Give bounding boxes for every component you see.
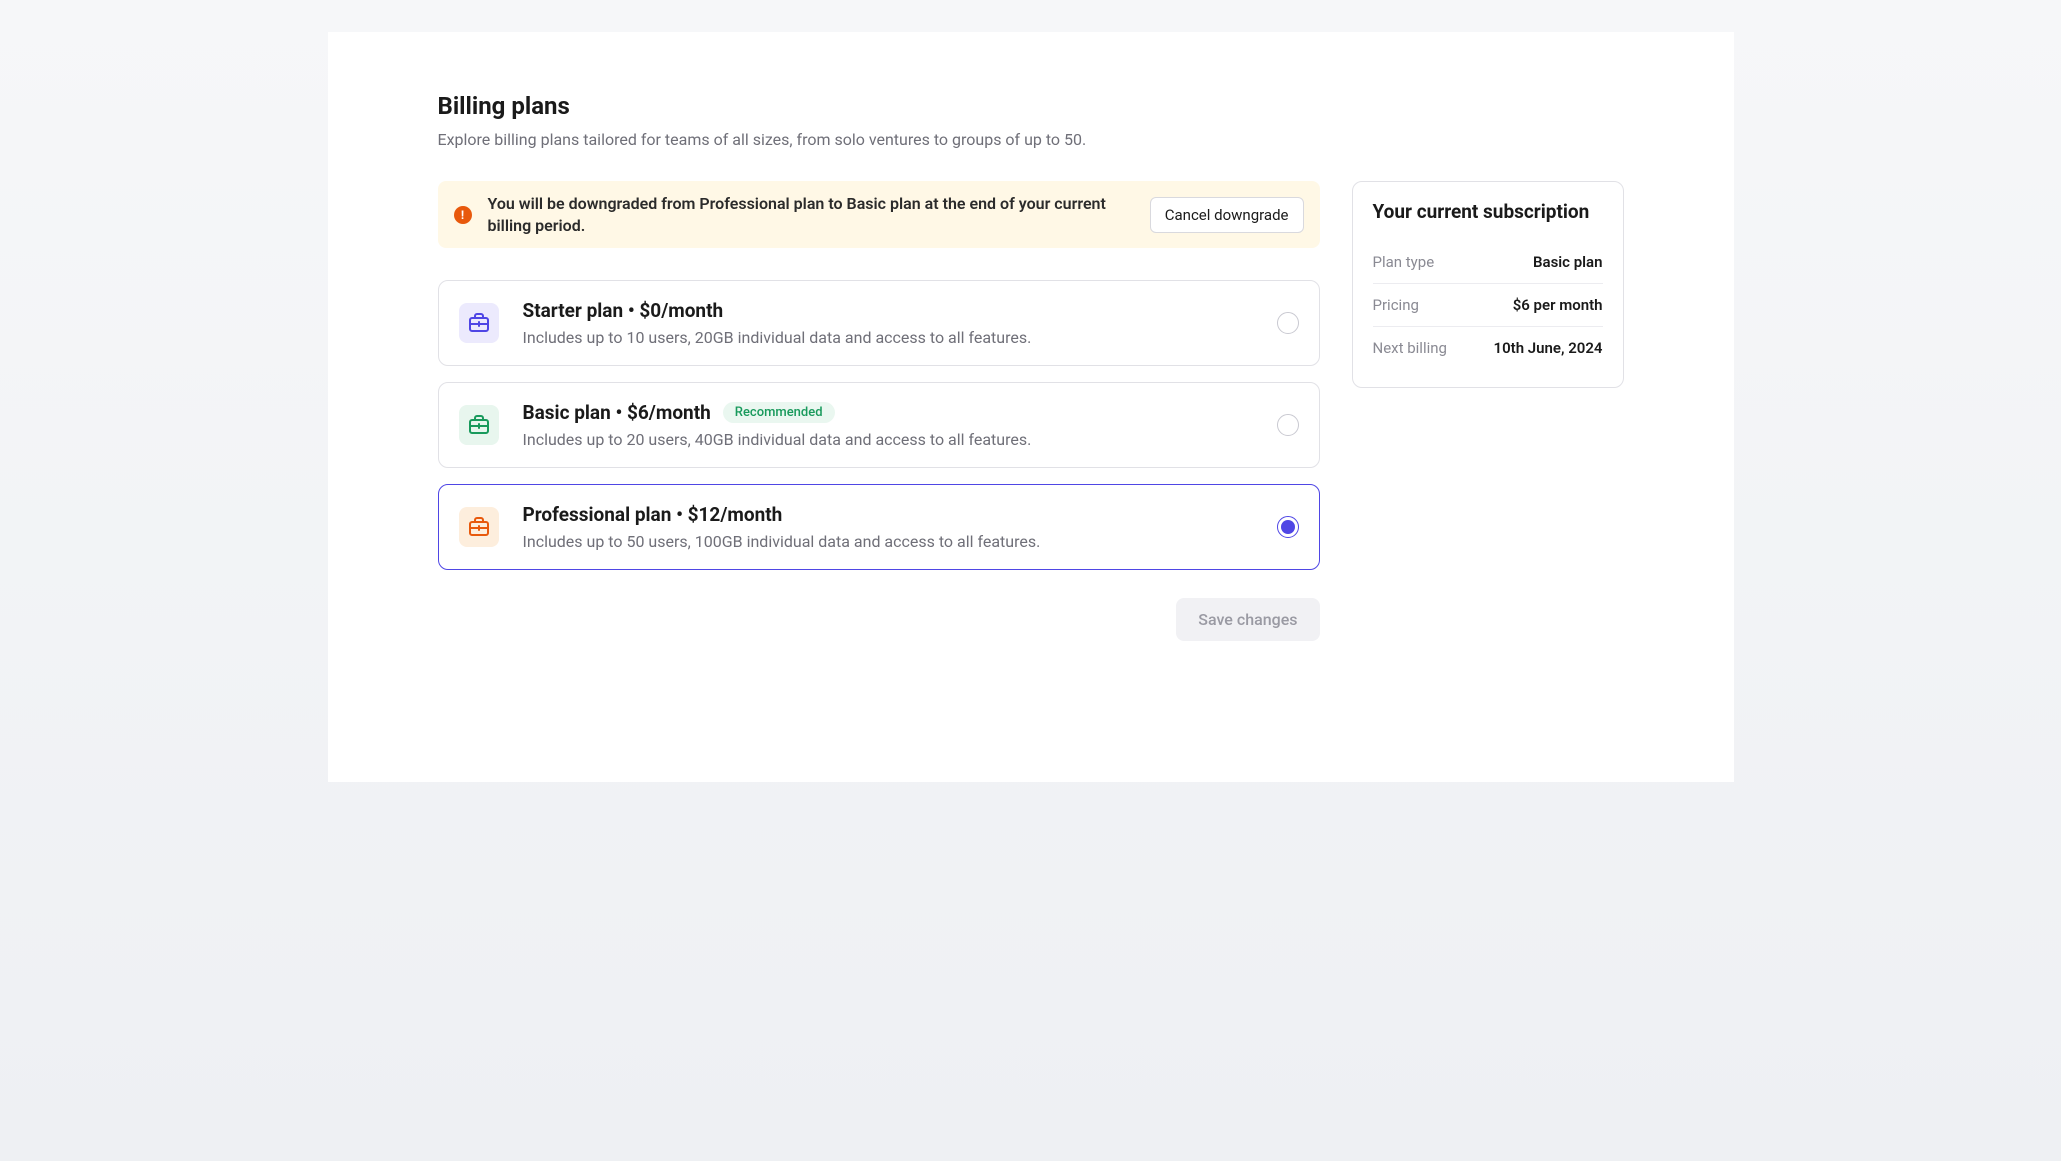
plan-title-row: Starter plan • $0/month	[523, 299, 1253, 322]
plan-body: Starter plan • $0/month Includes up to 10…	[523, 299, 1253, 347]
plan-card-basic[interactable]: Basic plan • $6/month Recommended Includes…	[438, 382, 1320, 468]
subscription-row: Plan type Basic plan	[1373, 241, 1603, 284]
alert-icon: !	[454, 206, 472, 224]
side-column: Your current subscription Plan type Basic…	[1352, 181, 1624, 388]
page-subtitle: Explore billing plans tailored for teams…	[438, 130, 1624, 149]
plan-title: Professional plan • $12/month	[523, 503, 783, 526]
subscription-details: Plan type Basic plan Pricing $6 per month Ne…	[1373, 241, 1603, 369]
recommended-badge: Recommended	[723, 402, 835, 423]
plan-title-row: Basic plan • $6/month Recommended	[523, 401, 1253, 424]
layout: ! You will be downgraded from Profession…	[438, 181, 1624, 641]
plan-radio[interactable]	[1277, 414, 1299, 436]
subscription-row-value: 10th June, 2024	[1494, 339, 1603, 357]
plan-body: Basic plan • $6/month Recommended Includes…	[523, 401, 1253, 449]
subscription-row-value: Basic plan	[1533, 253, 1603, 271]
briefcase-icon	[459, 507, 499, 547]
briefcase-icon	[459, 303, 499, 343]
cancel-downgrade-button[interactable]: Cancel downgrade	[1150, 197, 1304, 233]
plan-title: Starter plan • $0/month	[523, 299, 724, 322]
save-changes-button[interactable]: Save changes	[1176, 598, 1319, 641]
plan-card-starter[interactable]: Starter plan • $0/month Includes up to 10…	[438, 280, 1320, 366]
downgrade-banner: ! You will be downgraded from Profession…	[438, 181, 1320, 248]
subscription-title: Your current subscription	[1373, 200, 1603, 223]
main-column: ! You will be downgraded from Profession…	[438, 181, 1320, 641]
subscription-row-value: $6 per month	[1513, 296, 1603, 314]
plan-title-row: Professional plan • $12/month	[523, 503, 1253, 526]
plan-card-professional[interactable]: Professional plan • $12/month Includes up…	[438, 484, 1320, 570]
subscription-row-label: Plan type	[1373, 253, 1435, 271]
plan-list: Starter plan • $0/month Includes up to 10…	[438, 280, 1320, 570]
plan-description: Includes up to 50 users, 100GB individua…	[523, 532, 1253, 551]
plan-radio[interactable]	[1277, 516, 1299, 538]
subscription-row-label: Next billing	[1373, 339, 1447, 357]
page-title: Billing plans	[438, 92, 1624, 120]
subscription-row-label: Pricing	[1373, 296, 1419, 314]
actions-row: Save changes	[438, 598, 1320, 641]
subscription-card: Your current subscription Plan type Basic…	[1352, 181, 1624, 388]
subscription-row: Pricing $6 per month	[1373, 284, 1603, 327]
plan-body: Professional plan • $12/month Includes up…	[523, 503, 1253, 551]
plan-radio[interactable]	[1277, 312, 1299, 334]
subscription-row: Next billing 10th June, 2024	[1373, 327, 1603, 369]
billing-page: Billing plans Explore billing plans tail…	[328, 32, 1734, 782]
banner-message: You will be downgraded from Professional…	[488, 193, 1134, 236]
plan-description: Includes up to 20 users, 40GB individual…	[523, 430, 1253, 449]
briefcase-icon	[459, 405, 499, 445]
plan-title: Basic plan • $6/month	[523, 401, 711, 424]
plan-description: Includes up to 10 users, 20GB individual…	[523, 328, 1253, 347]
